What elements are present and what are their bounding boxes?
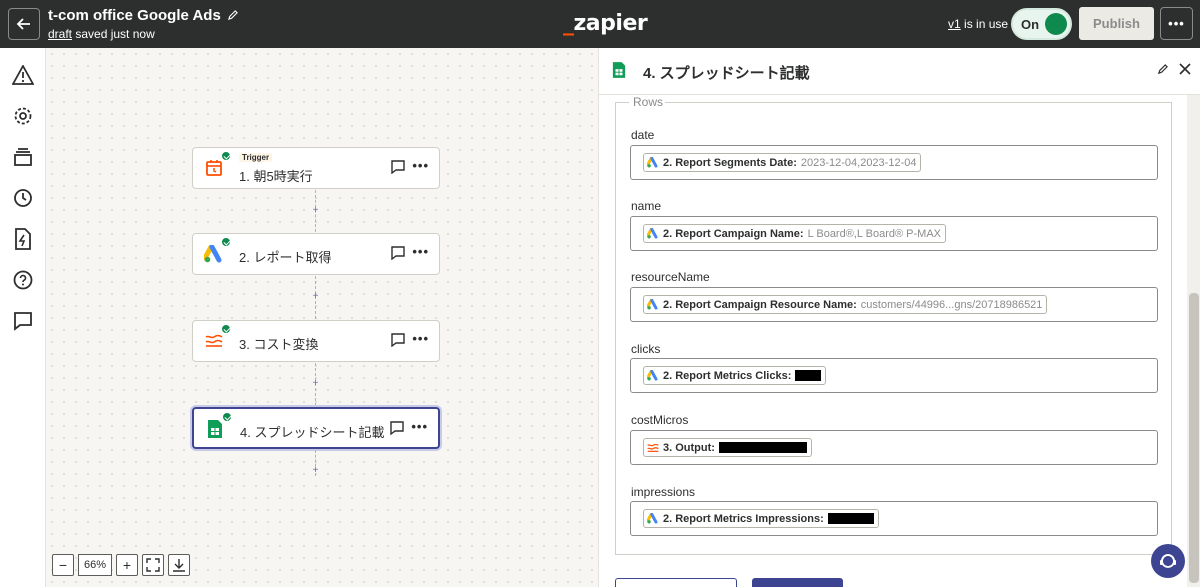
field-input-impressions[interactable]: 2. Report Metrics Impressions: [630, 501, 1158, 536]
step-card-3[interactable]: 3. コスト変換 ••• [192, 320, 440, 362]
formatter-icon [647, 443, 659, 452]
draft-link[interactable]: draft [48, 27, 72, 41]
add-step-button[interactable]: + [311, 465, 320, 476]
add-step-button[interactable]: + [311, 378, 320, 389]
comment-icon[interactable] [10, 308, 36, 334]
data-pill[interactable]: 3. Output: [643, 438, 812, 457]
step-more-button[interactable]: ••• [412, 244, 429, 259]
panel-body: Rows date 2. Report Segments Date: 2023-… [615, 95, 1187, 587]
field-label-resourcename: resourceName [631, 270, 710, 284]
step-more-button[interactable]: ••• [411, 419, 428, 434]
step-card-1[interactable]: Trigger 1. 朝5時実行 ••• [192, 147, 440, 189]
step-name: 4. スプレッドシート記載 [240, 425, 385, 440]
fit-to-screen-button[interactable] [142, 554, 164, 576]
field-label-impressions: impressions [631, 485, 696, 499]
data-pill[interactable]: 2. Report Segments Date: 2023-12-04,2023… [643, 153, 922, 172]
more-options-button[interactable]: ••• [1160, 7, 1193, 40]
draft-status: draft saved just now [48, 27, 155, 41]
field-label-costmicros: costMicros [631, 413, 689, 427]
support-chat-button[interactable] [1151, 544, 1185, 578]
comment-icon[interactable] [391, 246, 405, 260]
top-bar: t-com office Google Ads draft saved just… [0, 0, 1200, 48]
step-name: 1. 朝5時実行 [239, 169, 313, 184]
redacted-value [718, 442, 807, 453]
redacted-value [827, 513, 874, 524]
version-status: v1 is in use [948, 17, 1009, 31]
field-input-date[interactable]: 2. Report Segments Date: 2023-12-04,2023… [630, 145, 1158, 180]
zapier-logo[interactable]: _zapier [563, 11, 648, 36]
success-check-icon [221, 151, 231, 161]
zoom-in-button[interactable]: + [116, 554, 138, 576]
secondary-action-button[interactable] [615, 578, 737, 587]
arrow-left-icon [16, 18, 30, 30]
step-card-4[interactable]: 4. スプレッドシート記載 ••• [192, 407, 440, 449]
support-icon [1160, 554, 1176, 568]
google-sheets-icon [612, 62, 626, 78]
panel-title: 4. スプレッドシート記載 [643, 65, 810, 82]
field-input-costmicros[interactable]: 3. Output: [630, 430, 1158, 465]
gear-icon[interactable] [10, 103, 36, 129]
help-icon[interactable] [10, 267, 36, 293]
download-icon [173, 559, 185, 572]
versions-icon[interactable] [10, 144, 36, 170]
download-button[interactable] [168, 554, 190, 576]
step-more-button[interactable]: ••• [412, 158, 429, 173]
field-label-name: name [631, 199, 662, 213]
comment-icon[interactable] [390, 421, 404, 435]
google-ads-icon [647, 513, 658, 524]
zoom-out-button[interactable]: − [52, 554, 74, 576]
google-ads-icon [647, 299, 658, 310]
rows-legend: Rows [631, 95, 666, 109]
step-name: 3. コスト変換 [239, 337, 319, 352]
pencil-icon[interactable] [1157, 64, 1168, 75]
panel-header: 4. スプレッドシート記載 [599, 48, 1200, 95]
data-pill[interactable]: 2. Report Campaign Name: L Board®,L Boar… [643, 224, 946, 243]
redacted-value [795, 370, 822, 381]
step-more-button[interactable]: ••• [412, 331, 429, 346]
google-ads-icon [647, 370, 658, 381]
success-check-icon [222, 412, 232, 422]
data-pill[interactable]: 2. Report Metrics Impressions: [643, 509, 879, 528]
comment-icon[interactable] [391, 333, 405, 347]
toggle-label: On [1021, 17, 1040, 32]
history-icon[interactable] [10, 185, 36, 211]
warning-icon[interactable] [10, 62, 36, 88]
expand-icon [146, 558, 160, 572]
field-input-name[interactable]: 2. Report Campaign Name: L Board®,L Boar… [630, 216, 1158, 251]
step-editor-panel: 4. スプレッドシート記載 Rows date 2. Report Segmen… [598, 48, 1200, 587]
field-label-date: date [631, 128, 655, 142]
data-pill[interactable]: 2. Report Campaign Resource Name: custom… [643, 295, 1048, 314]
trigger-tag: Trigger [239, 153, 273, 162]
back-button[interactable] [8, 8, 40, 40]
field-input-clicks[interactable]: 2. Report Metrics Clicks: [630, 358, 1158, 393]
field-input-resourcename[interactable]: 2. Report Campaign Resource Name: custom… [630, 287, 1158, 322]
success-check-icon [221, 324, 231, 334]
add-step-button[interactable]: + [311, 291, 320, 302]
zoom-level: 66% [78, 554, 112, 576]
zap-editor-canvas[interactable]: Trigger 1. 朝5時実行 ••• + 2. レポート取得 ••• + 3… [46, 48, 598, 587]
left-sidebar [0, 48, 46, 587]
zoom-controls: − 66% + [52, 554, 190, 576]
data-pill[interactable]: 2. Report Metrics Clicks: [643, 366, 827, 385]
toggle-knob [1045, 13, 1067, 35]
comment-icon[interactable] [391, 160, 405, 174]
zap-title[interactable]: t-com office Google Ads [48, 7, 238, 24]
step-card-2[interactable]: 2. レポート取得 ••• [192, 233, 440, 275]
zap-on-toggle[interactable]: On [1011, 8, 1072, 40]
success-check-icon [221, 237, 231, 247]
version-link[interactable]: v1 [948, 17, 961, 31]
pencil-icon[interactable] [227, 10, 238, 21]
add-step-button[interactable]: + [311, 205, 320, 216]
zap-runs-icon[interactable] [10, 226, 36, 252]
google-ads-icon [647, 157, 658, 168]
publish-button[interactable]: Publish [1079, 7, 1154, 40]
field-label-clicks: clicks [631, 342, 661, 356]
google-ads-icon [647, 228, 658, 239]
scrollbar-thumb[interactable] [1189, 293, 1199, 583]
close-icon[interactable] [1179, 63, 1191, 75]
primary-action-button[interactable] [752, 578, 843, 587]
step-name: 2. レポート取得 [239, 250, 332, 265]
